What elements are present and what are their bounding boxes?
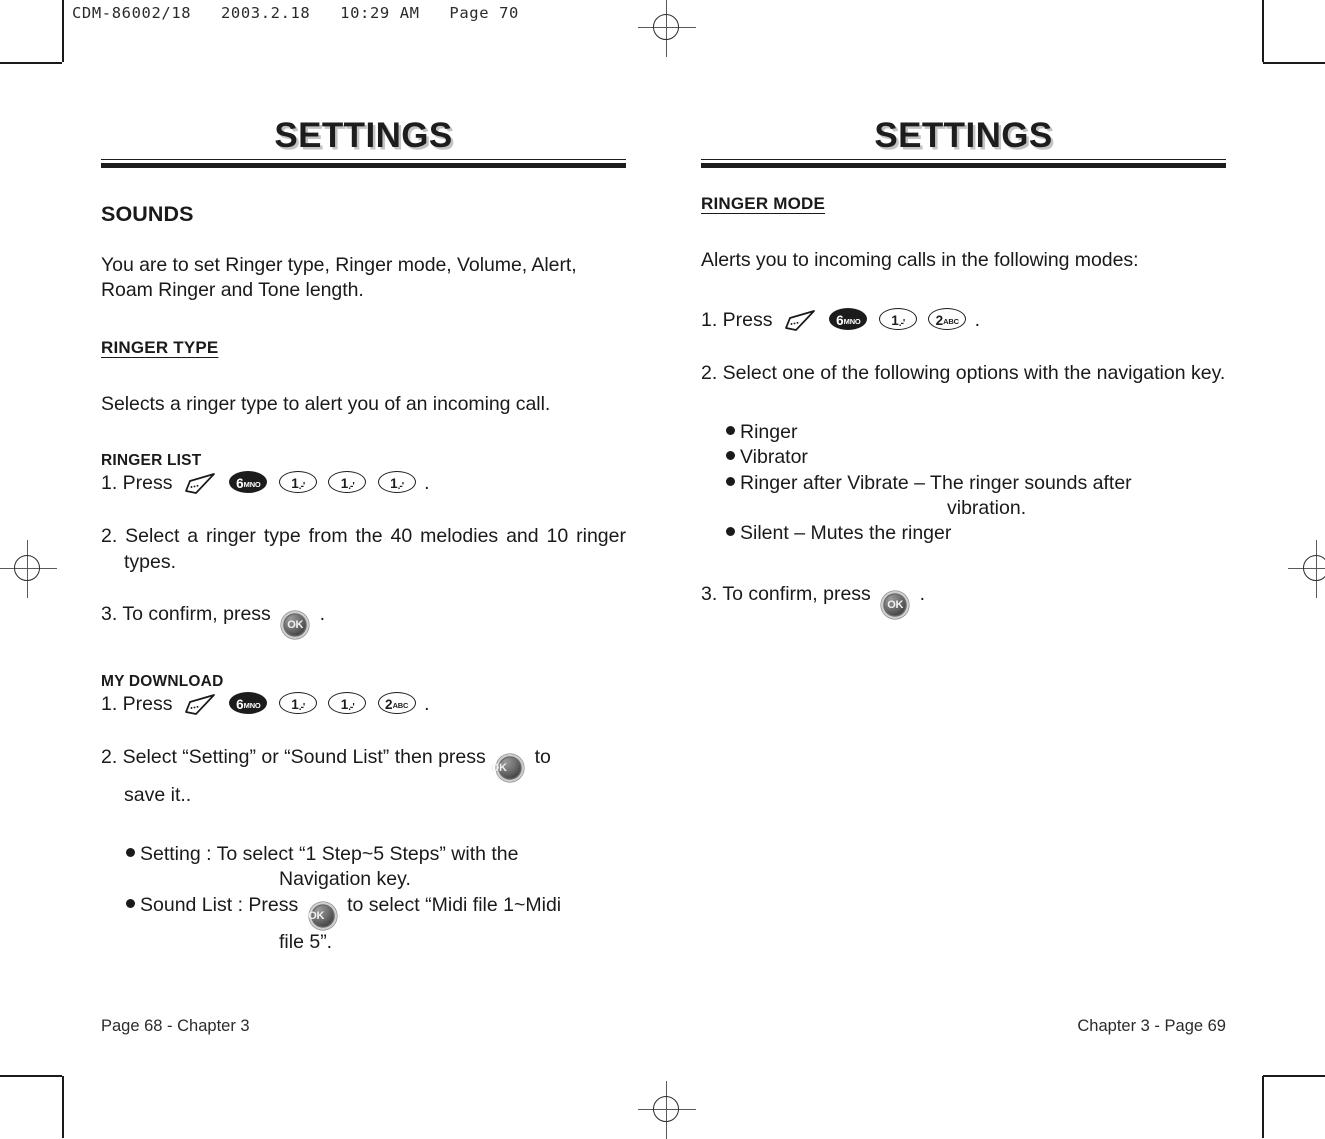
ringer-mode-step-3: 3. To confirm, press OK . bbox=[701, 581, 1226, 619]
bullet-silent-text: Silent – Mutes the ringer bbox=[740, 522, 952, 545]
heading-sounds: SOUNDS bbox=[101, 201, 194, 226]
prepress-slug-text: CDM-86002/18 2003.2.18 10:29 AM Page 70 bbox=[72, 4, 519, 22]
footer-left-page-number: Page 68 - Chapter 3 bbox=[101, 1017, 250, 1035]
my-download-step1-period: . bbox=[424, 693, 430, 716]
bullet-vibrator-text: Vibrator bbox=[740, 446, 808, 469]
key-2-abc-icon: 2ABC bbox=[928, 308, 967, 331]
ringer-mode-step1-period: . bbox=[974, 309, 981, 332]
menu-softkey-icon bbox=[785, 310, 815, 332]
list-item: Ringer after Vibrate – The ringer sounds… bbox=[701, 471, 1226, 522]
left-page-column: SETTINGS SOUNDS You are to set Ringer ty… bbox=[101, 116, 626, 955]
crop-mark-top-right-vertical bbox=[1262, 0, 1264, 62]
bullet-ringer-after-vibrate-continuation: vibration. bbox=[947, 497, 1027, 520]
my-download-step-2: 2. Select “Setting” or “Sound List” then… bbox=[101, 744, 626, 808]
ringer-mode-step1-label: 1. Press bbox=[701, 309, 773, 332]
key-1-icon: 1.-' bbox=[328, 471, 367, 494]
bullet-dot-icon bbox=[726, 426, 735, 436]
crop-mark-bottom-left-horizontal bbox=[0, 1075, 62, 1077]
bullet-setting-continuation: Navigation key. bbox=[279, 868, 411, 891]
bullet-soundlist-text-pre: Sound List : Press bbox=[140, 893, 299, 916]
registration-mark-left bbox=[0, 540, 57, 598]
my-download-step2-label: 2. Select “Setting” or “Sound List” then… bbox=[101, 745, 486, 768]
my-download-step2-line2: save it.. bbox=[124, 783, 192, 806]
my-download-bullet-list: Setting : To select “1 Step~5 Steps” wit… bbox=[101, 842, 626, 955]
title-rule-thick-right bbox=[701, 162, 1226, 168]
key-1-icon: 1.-' bbox=[278, 471, 317, 494]
ringer-mode-bullet-list: Ringer Vibrator Ringer after Vibrate – T… bbox=[701, 420, 1226, 547]
ringer-list-step3-label: 3. To confirm, press bbox=[101, 603, 271, 626]
page-title-right: SETTINGS bbox=[874, 116, 1053, 155]
my-download-step1-label: 1. Press bbox=[101, 693, 173, 716]
heading-my-download: MY DOWNLOAD bbox=[101, 673, 224, 691]
crop-mark-bottom-right-vertical bbox=[1262, 1076, 1264, 1138]
heading-ringer-mode: RINGER MODE bbox=[701, 193, 826, 213]
ringer-mode-description: Alerts you to incoming calls in the foll… bbox=[701, 248, 1139, 271]
title-rule-thin-left bbox=[101, 158, 626, 161]
title-rule-thick-left bbox=[101, 162, 626, 168]
footer-right-page-number: Chapter 3 - Page 69 bbox=[1077, 1017, 1226, 1035]
crop-mark-top-right-horizontal bbox=[1263, 62, 1325, 64]
ringer-list-step3-period: . bbox=[319, 603, 326, 626]
key-1-icon: 1.-' bbox=[878, 308, 917, 331]
title-rule-thin-right bbox=[701, 158, 1226, 161]
bullet-soundlist-text-post: to select “Midi file 1~Midi bbox=[347, 893, 562, 916]
list-item: Silent – Mutes the ringer bbox=[701, 521, 1226, 546]
my-download-step-1: 1. Press 6MNO 1.-' 1.-' 2ABC . bbox=[101, 691, 626, 717]
ringer-list-step1-period: . bbox=[424, 472, 430, 495]
registration-mark-right bbox=[1288, 540, 1325, 598]
key-1-icon: 1.-' bbox=[328, 692, 367, 715]
bullet-soundlist-continuation: file 5”. bbox=[279, 930, 333, 953]
key-6-mno-icon: 6MNO bbox=[829, 308, 868, 331]
ringer-list-step-3: 3. To confirm, press OK . bbox=[101, 601, 626, 640]
list-item: Sound List : Press OK to select “Midi fi… bbox=[101, 893, 626, 955]
bullet-dot-icon bbox=[726, 527, 735, 537]
bullet-ringer-text: Ringer bbox=[740, 421, 798, 444]
registration-mark-bottom bbox=[638, 1081, 696, 1139]
bullet-dot-icon bbox=[726, 451, 735, 461]
ringer-mode-step-1: 1. Press 6MNO 1.-' 2ABC . bbox=[701, 307, 1226, 333]
key-1-icon: 1.-' bbox=[278, 692, 317, 715]
heading-ringer-list: RINGER LIST bbox=[101, 452, 202, 470]
ringer-mode-step3-period: . bbox=[919, 582, 926, 605]
sounds-intro-text: You are to set Ringer type, Ringer mode,… bbox=[101, 253, 577, 302]
ok-button-icon: OK bbox=[281, 611, 310, 640]
ok-button-icon: OK bbox=[881, 590, 910, 619]
crop-mark-bottom-left-vertical bbox=[62, 1076, 64, 1138]
bullet-ringer-after-vibrate-text: Ringer after Vibrate – The ringer sounds… bbox=[740, 471, 1132, 494]
registration-mark-top bbox=[638, 0, 696, 57]
key-6-mno-icon: 6MNO bbox=[229, 692, 268, 715]
bullet-setting-text: Setting : To select “1 Step~5 Steps” wit… bbox=[140, 842, 519, 865]
ringer-list-step-1: 1. Press 6MNO 1.-' 1.-' 1.-' . bbox=[101, 470, 626, 496]
ok-button-icon: OK bbox=[308, 901, 337, 930]
crop-mark-top-left-horizontal bbox=[0, 62, 62, 64]
my-download-step2-trailing: to bbox=[534, 745, 551, 768]
crop-mark-top-left-vertical bbox=[62, 0, 64, 62]
ringer-list-step1-label: 1. Press bbox=[101, 472, 173, 495]
ringer-type-description: Selects a ringer type to alert you of an… bbox=[101, 393, 551, 416]
ringer-mode-step3-label: 3. To confirm, press bbox=[701, 582, 871, 605]
list-item: Setting : To select “1 Step~5 Steps” wit… bbox=[101, 842, 626, 893]
ok-button-icon: OK bbox=[491, 753, 525, 782]
key-6-mno-icon: 6MNO bbox=[229, 471, 268, 494]
bullet-dot-icon bbox=[126, 898, 135, 908]
heading-ringer-type: RINGER TYPE bbox=[101, 338, 219, 358]
page-title-left: SETTINGS bbox=[274, 116, 453, 155]
right-page-column: SETTINGS RINGER MODE Alerts you to incom… bbox=[701, 116, 1226, 619]
crop-mark-bottom-right-horizontal bbox=[1263, 1075, 1325, 1077]
list-item: Vibrator bbox=[701, 445, 1226, 470]
bullet-dot-icon bbox=[726, 476, 735, 486]
menu-softkey-icon bbox=[185, 473, 215, 495]
menu-softkey-icon bbox=[185, 694, 215, 716]
bullet-dot-icon bbox=[126, 847, 135, 857]
key-1-icon: 1.-' bbox=[377, 471, 416, 494]
key-2-abc-icon: 2ABC bbox=[377, 692, 416, 715]
list-item: Ringer bbox=[701, 420, 1226, 445]
ringer-list-step-2: 2. Select a ringer type from the 40 melo… bbox=[101, 524, 626, 573]
ringer-mode-step-2: 2. Select one of the following options w… bbox=[701, 361, 1226, 384]
